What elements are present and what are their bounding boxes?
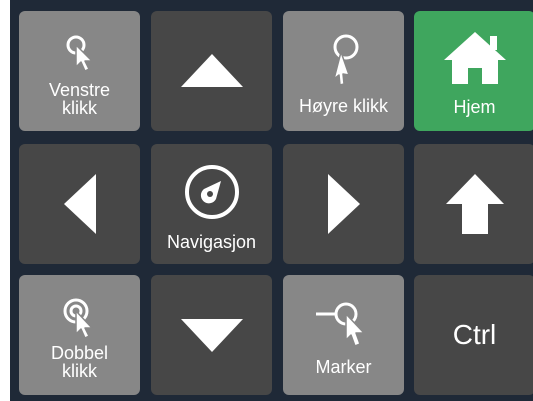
home-button[interactable]: Hjem xyxy=(414,11,533,131)
shift-button[interactable] xyxy=(414,144,533,264)
right-click-button[interactable]: Høyre klikk xyxy=(283,11,404,131)
arrow-right-button[interactable] xyxy=(283,144,404,264)
arrow-down-icon xyxy=(180,319,243,352)
arrow-up-button[interactable] xyxy=(151,11,272,131)
arrow-left-icon xyxy=(63,174,96,234)
navigation-label: Navigasjon xyxy=(166,232,257,252)
right-click-label: Høyre klikk xyxy=(299,96,388,116)
arrow-right-icon xyxy=(327,174,360,234)
left-click-label: Venstre klikk xyxy=(48,80,111,118)
right-click-cursor-icon xyxy=(332,34,358,86)
home-icon xyxy=(443,32,506,84)
arrow-left-button[interactable] xyxy=(19,144,140,264)
single-click-cursor-icon xyxy=(66,35,93,72)
select-drag-cursor-icon xyxy=(315,302,365,347)
ctrl-label: Ctrl xyxy=(452,319,497,350)
select-label: Marker xyxy=(315,357,372,377)
ctrl-button[interactable]: Ctrl xyxy=(414,275,533,395)
double-click-button[interactable]: Dobbel klikk xyxy=(19,275,140,395)
arrow-down-button[interactable] xyxy=(151,275,272,395)
left-click-button[interactable]: Venstre klikk xyxy=(19,11,140,131)
arrow-up-icon xyxy=(180,54,243,87)
compass-icon xyxy=(184,165,239,219)
navigation-button[interactable]: Navigasjon xyxy=(151,144,272,264)
double-click-cursor-icon xyxy=(63,298,93,339)
home-label: Hjem xyxy=(453,97,496,117)
select-button[interactable]: Marker xyxy=(283,275,404,395)
keyboard-panel: Venstre klikk Høyre klikk Hjem Navigasjo… xyxy=(10,0,533,401)
double-click-label: Dobbel klikk xyxy=(50,343,109,381)
shift-arrow-icon xyxy=(445,174,504,234)
